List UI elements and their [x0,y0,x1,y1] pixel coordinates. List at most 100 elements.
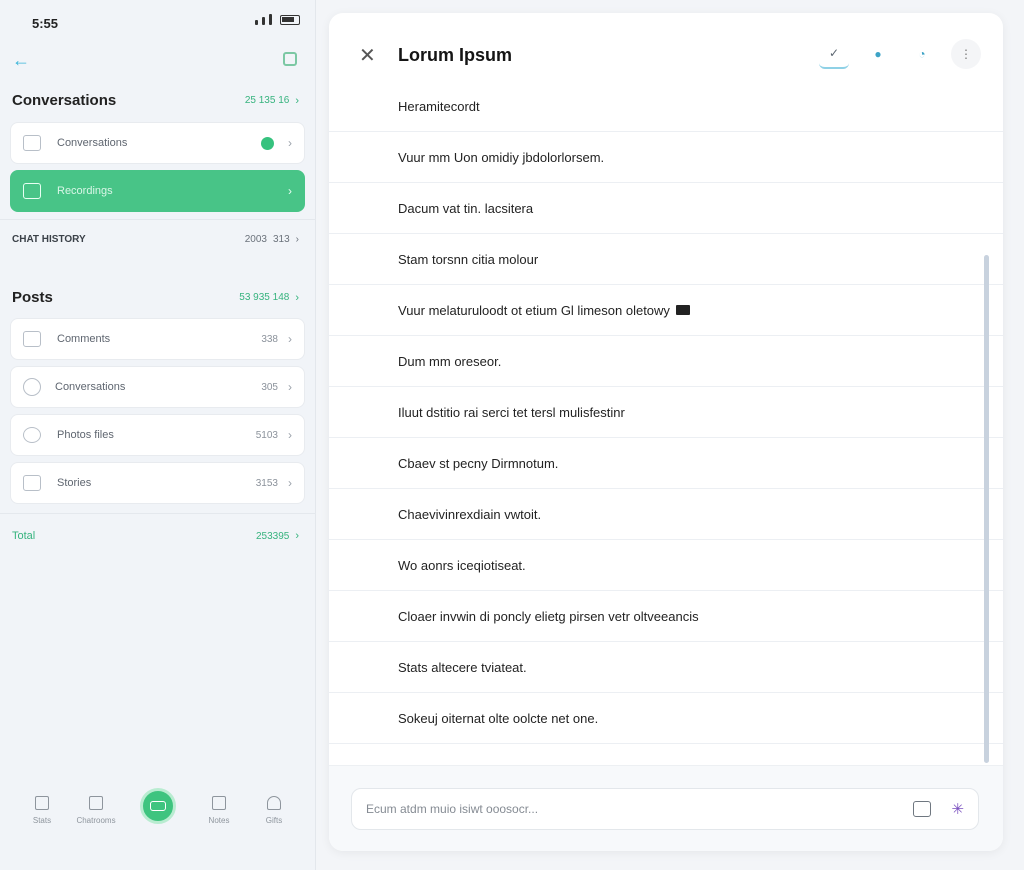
clock-icon[interactable]: ◔ [907,39,937,69]
image-icon [23,183,41,199]
nav-label: Chatrooms [76,816,116,825]
info-row-label: CHAT HISTORY [12,234,86,245]
total-value: 253395 [255,530,290,542]
message-text: Stats altecere tviateat. [398,659,527,675]
list-item[interactable]: Cbaev st pecny Dirmnotum. [329,438,1003,489]
nav-label: Gifts [265,816,283,825]
header-actions: ✓ ● ◔ ⋮ [819,39,981,69]
status-time: 5:55 [32,16,59,31]
list-item[interactable]: Sokeuj oiternat olte oolcte net one. [329,693,1003,744]
list-item[interactable]: Vuur melaturuloodt ot etium Gl limeson o… [329,285,1003,336]
nav-label: Stats [32,816,52,825]
message-text: Chaevivinrexdiain vwtoit. [398,506,542,522]
status-icons [255,14,300,25]
divider [0,219,316,220]
chevron-right-icon: › [295,291,299,304]
chevron-right-icon: › [288,332,292,346]
message-text: Cloaer invwin di poncly elietg pirsen ve… [398,608,699,624]
gift-icon [267,796,281,810]
sparkle-icon[interactable]: ✳ [951,800,964,818]
message-text: Vuur melaturuloodt ot etium Gl limeson o… [398,302,670,318]
back-arrow-icon[interactable]: ← [12,50,30,71]
card-value: 338 [261,333,278,345]
section-meta-value: 53 935 148 [239,292,290,303]
section-meta[interactable]: 53 935 148 › [239,292,299,304]
message-text: Dum mm oreseor. [398,353,502,369]
total-meta: 253395 › [256,530,299,542]
section-meta[interactable]: 25 135 16 › [245,95,299,107]
total-label: Total [12,530,36,542]
chevron-right-icon: › [295,530,299,542]
photo-icon [23,427,41,443]
list-item[interactable]: Cloaer invwin di poncly elietg pirsen ve… [329,591,1003,642]
chevron-right-icon: › [288,476,292,490]
nav-item-notes[interactable]: Notes [191,796,247,825]
card-item[interactable]: Stories 3153 › [10,462,305,504]
list-item[interactable]: Iluut dstitio rai serci tet tersl mulisf… [329,387,1003,438]
pin-icon[interactable]: ✓ [819,39,849,69]
card-item-active[interactable]: Recordings › [10,170,305,212]
bar-chart-icon [35,796,49,810]
composer-area: ✳ [329,765,1003,851]
chevron-right-icon: › [288,380,292,394]
left-panel: 5:55 ← Conversations 25 135 16 › Convers… [0,0,316,870]
document-icon [23,331,41,347]
file-icon [23,475,41,491]
compose-icon [150,801,166,811]
message-text: Stam torsnn citia molour [398,251,539,267]
bottom-nav: Stats Chatrooms Notes Gifts [0,788,316,854]
compose-fab-button[interactable] [140,788,176,824]
message-text: Iluut dstitio rai serci tet tersl mulisf… [398,404,625,420]
message-text: Wo aonrs iceqiotiseat. [398,557,526,573]
total-row[interactable]: Total 253395 › [12,530,299,542]
card-item[interactable]: Photos files 5103 › [10,414,305,456]
message-text: Cbaev st pecny Dirmnotum. [398,455,559,471]
signal-icon [269,14,272,25]
card-item[interactable]: Comments 338 › [10,318,305,360]
status-bar: 5:55 [0,0,316,44]
scrollbar[interactable] [984,255,989,763]
message-input[interactable] [366,802,898,816]
list-item[interactable]: Heramitecordt [329,81,1003,132]
section-title: Posts [12,289,53,306]
close-icon[interactable]: ✕ [359,43,376,68]
attachment-icon [675,305,690,315]
card-label: Stories [57,477,92,489]
section-meta-value: 25 135 16 [244,95,290,106]
chevron-right-icon: › [288,428,292,442]
more-icon[interactable]: ⋮ [951,39,981,69]
card-label: Recordings [57,185,113,197]
list-item[interactable]: Chaevivinrexdiain vwtoit. [329,489,1003,540]
info-row-meta: 2003 313 › [245,234,299,245]
info-row-value: 2003 [244,234,267,245]
nav-item-chatrooms[interactable]: Chatrooms [68,796,124,825]
nav-item-gifts[interactable]: Gifts [246,796,302,825]
list-item[interactable]: Wo aonrs iceqiotiseat. [329,540,1003,591]
section-header-posts: Posts 53 935 148 › [12,289,299,306]
message-list: Heramitecordt Vuur mm Uon omidiy jbdolor… [329,81,1003,744]
card-label: Photos files [57,429,114,441]
card-item[interactable]: Conversations 305 › [10,366,305,408]
message-text: Sokeuj oiternat olte oolcte net one. [398,710,599,726]
list-item[interactable]: Vuur mm Uon omidiy jbdolorlorsem. [329,132,1003,183]
attach-icon[interactable] [913,801,932,817]
section-title: Conversations [12,92,117,109]
list-item[interactable]: Stats altecere tviateat. [329,642,1003,693]
nav-label: Notes [208,816,230,825]
info-icon[interactable]: ● [863,39,893,69]
message-text: Heramitecordt [398,98,480,114]
grid-icon[interactable] [283,52,297,66]
info-row-value: 313 [272,234,290,245]
list-item[interactable]: Dum mm oreseor. [329,336,1003,387]
chevron-right-icon: › [288,184,292,198]
image-icon [23,135,41,151]
list-item[interactable]: Dacum vat tin. lacsitera [329,183,1003,234]
info-row[interactable]: CHAT HISTORY 2003 313 › [12,234,299,245]
card-item[interactable]: Conversations › [10,122,305,164]
card-label: Conversations [57,137,128,149]
nav-item-stats[interactable]: Stats [14,796,70,825]
card-value: 305 [261,381,278,393]
status-dot-icon [261,136,274,150]
list-item[interactable]: Stam torsnn citia molour [329,234,1003,285]
signal-icon [262,17,265,25]
